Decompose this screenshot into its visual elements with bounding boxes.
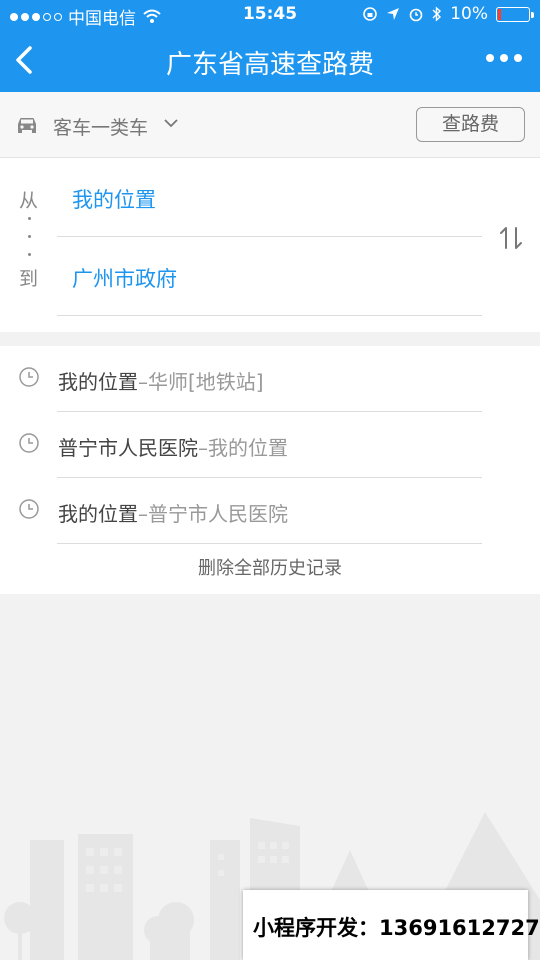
battery-icon	[496, 6, 534, 22]
battery-percent: 10%	[450, 4, 488, 24]
history-destination: 华师[地铁站]	[148, 370, 264, 394]
history-item[interactable]: 我的位置–普宁市人民医院	[0, 478, 540, 544]
app-header: 中国电信 15:45 10% 广东省高速查路费	[0, 0, 540, 92]
query-toll-button[interactable]: 查路费	[416, 107, 525, 142]
status-icons: 10%	[362, 4, 534, 24]
chevron-down-icon[interactable]	[162, 114, 180, 132]
from-label: 从	[19, 190, 39, 212]
history-item-text: 我的位置–普宁市人民医院	[58, 498, 288, 527]
history-item[interactable]: 普宁市人民医院–我的位置	[0, 412, 540, 478]
page-title: 广东省高速查路费	[165, 50, 374, 80]
clock-icon	[19, 499, 39, 519]
history-origin: 我的位置	[58, 502, 138, 526]
route-card: 从 到 我的位置 广州市政府	[0, 158, 540, 332]
alarm-icon	[409, 8, 423, 22]
clock-icon	[19, 433, 39, 453]
swap-vertical-icon[interactable]	[499, 224, 523, 252]
status-bar: 中国电信 15:45 10%	[0, 0, 540, 30]
destination-input[interactable]: 广州市政府	[72, 263, 177, 293]
route-dot	[28, 217, 31, 220]
history-item[interactable]: 我的位置–华师[地铁站]	[0, 346, 540, 412]
more-dots-icon[interactable]	[486, 54, 522, 62]
divider	[57, 543, 482, 544]
watermark-banner: 小程序开发：13691612727	[243, 890, 540, 960]
origin-input[interactable]: 我的位置	[72, 184, 156, 214]
history-destination: 普宁市人民医院	[148, 502, 288, 526]
history-destination: 我的位置	[208, 436, 288, 460]
route-dot	[28, 235, 31, 238]
history-origin: 我的位置	[58, 370, 138, 394]
history-separator: –	[138, 502, 148, 526]
battery-level	[498, 8, 502, 20]
vehicle-type-bar: 客车一类车 查路费	[0, 92, 540, 158]
watermark-text: 小程序开发：13691612727	[253, 916, 540, 940]
search-history: 我的位置–华师[地铁站] 普宁市人民医院–我的位置 我的位置–普宁市人民医院 删…	[0, 346, 540, 594]
to-label: 到	[19, 268, 39, 290]
car-icon	[18, 118, 36, 133]
history-item-text: 普宁市人民医院–我的位置	[58, 432, 288, 461]
clear-history-button[interactable]: 删除全部历史记录	[0, 554, 540, 580]
history-separator: –	[138, 370, 148, 394]
history-origin: 普宁市人民医院	[58, 436, 198, 460]
divider	[57, 315, 482, 316]
history-item-text: 我的位置–华师[地铁站]	[58, 366, 264, 395]
history-separator: –	[198, 436, 208, 460]
vehicle-type-select[interactable]: 客车一类车	[53, 113, 148, 140]
route-dot	[28, 253, 31, 256]
nav-bar: 广东省高速查路费	[0, 30, 540, 92]
bluetooth-icon	[432, 6, 442, 22]
divider	[57, 236, 482, 237]
location-icon	[387, 8, 400, 20]
orientation-lock-icon	[363, 7, 378, 21]
clock-icon	[19, 367, 39, 387]
